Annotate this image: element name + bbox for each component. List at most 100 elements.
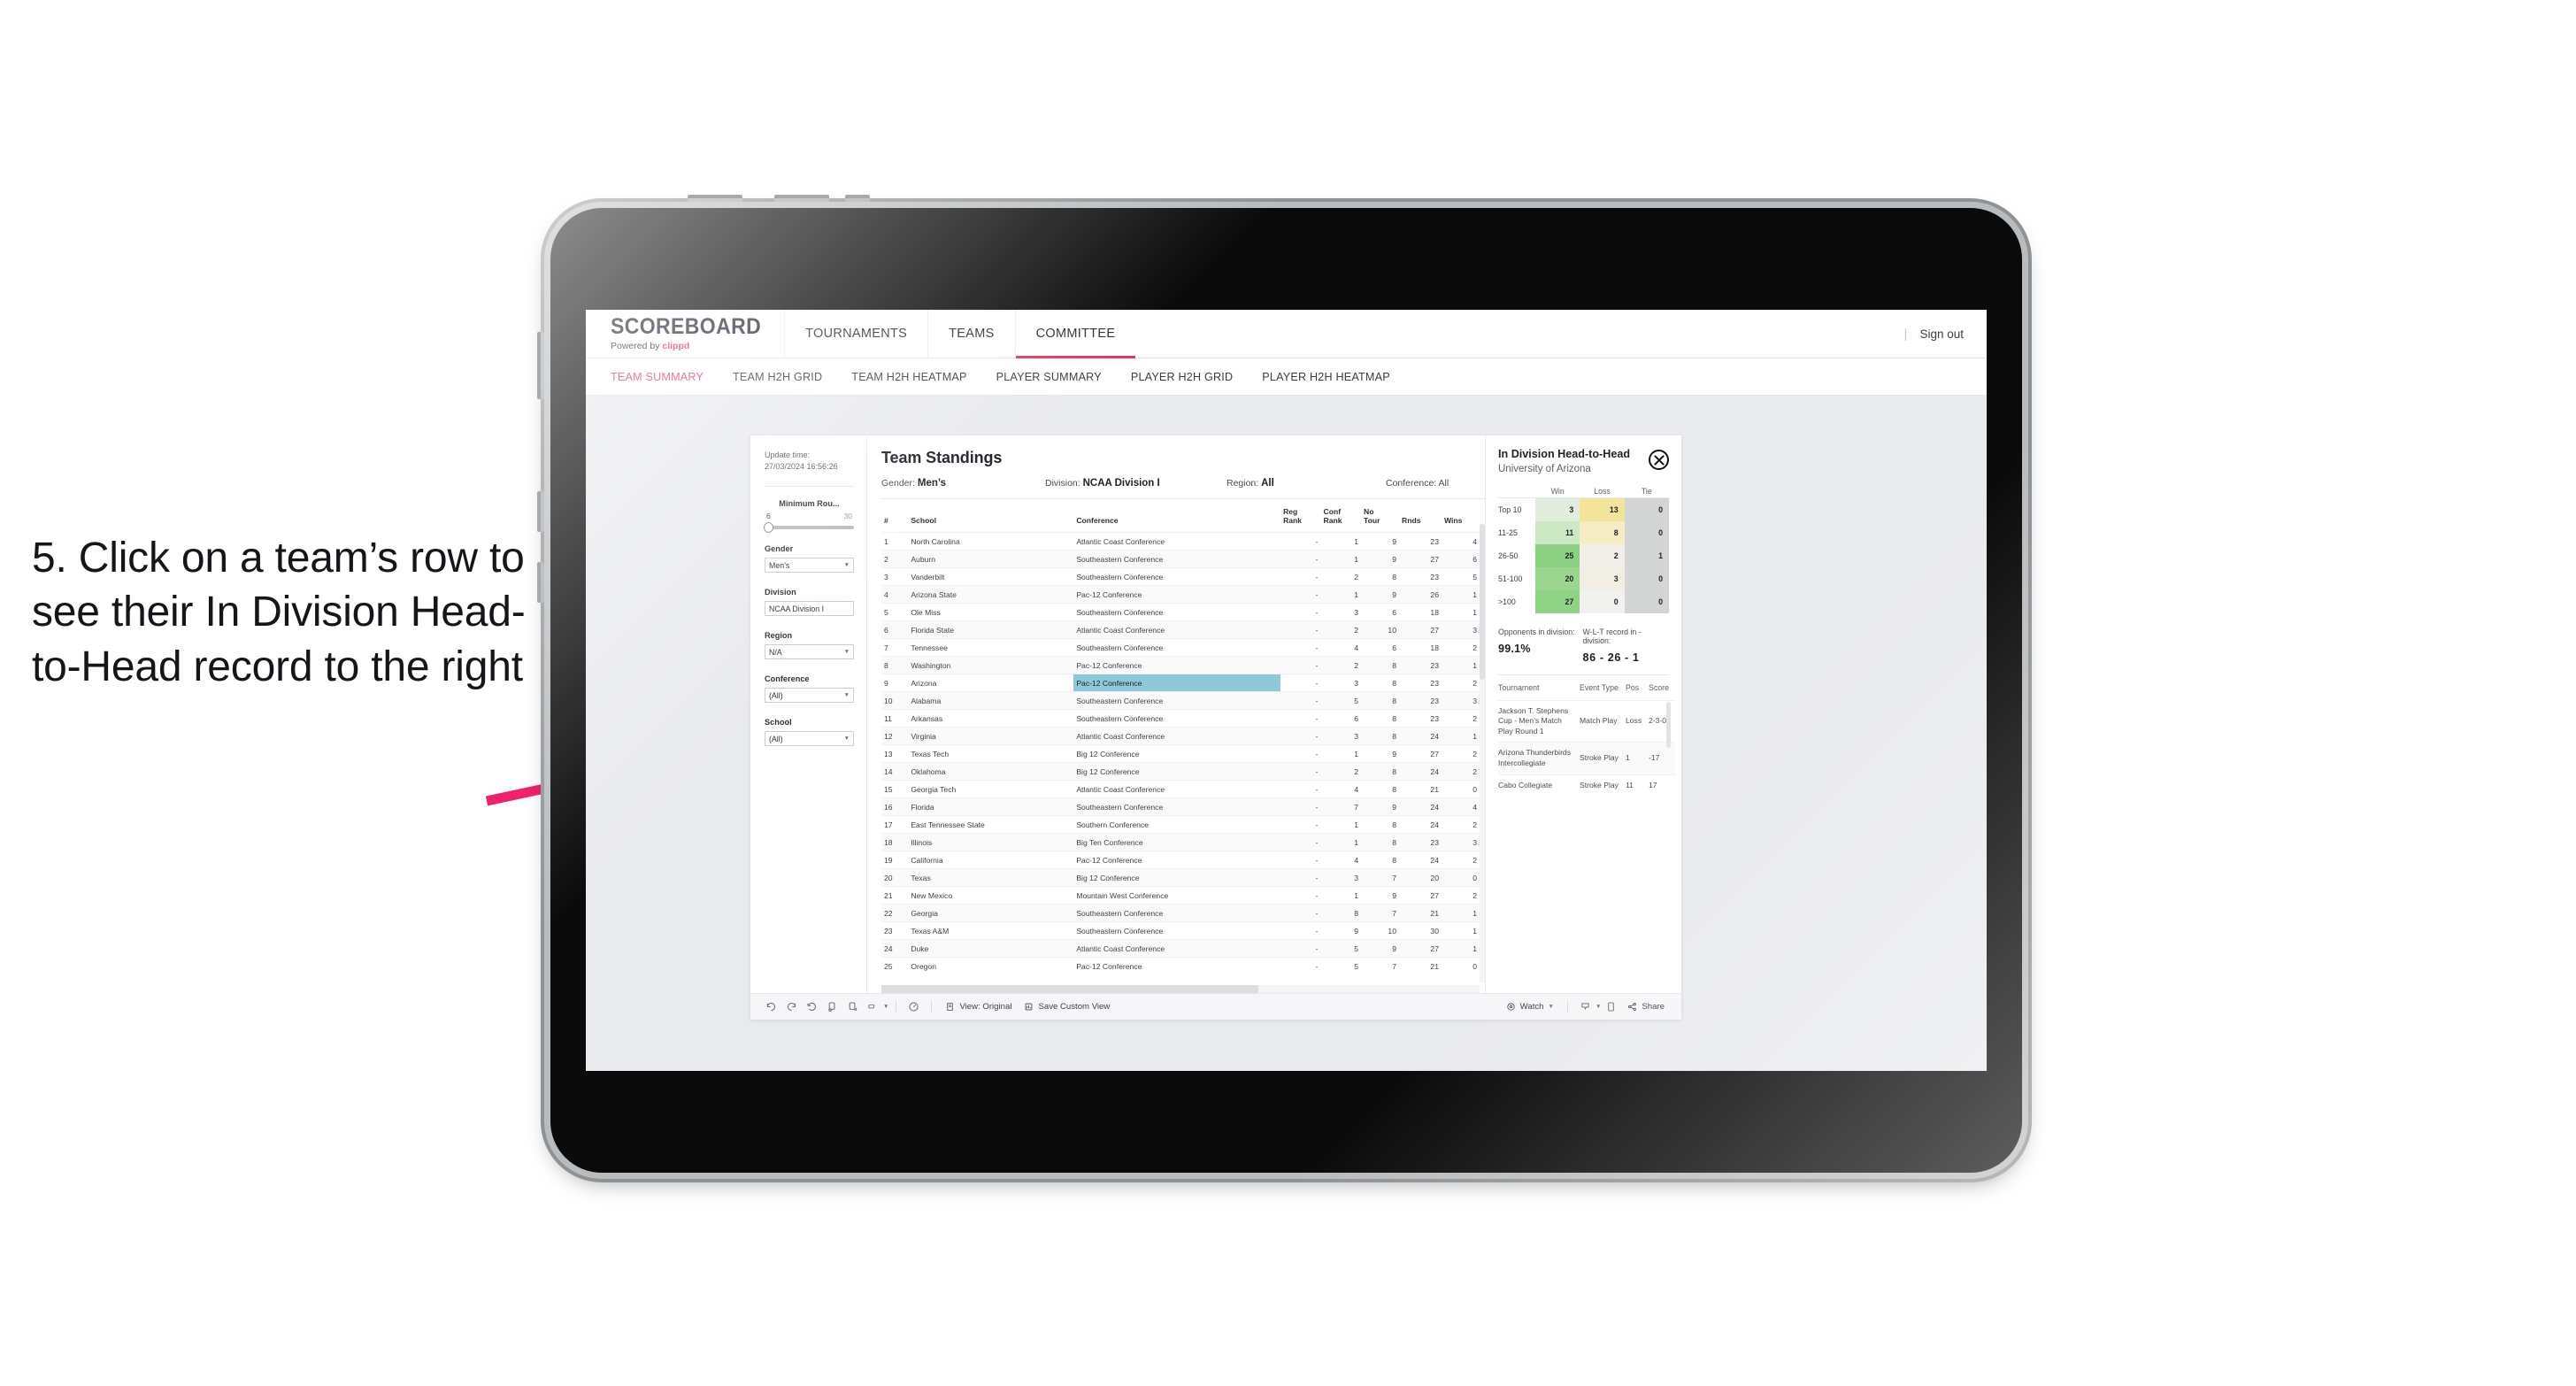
col-no-tour[interactable]: No Tour [1361,499,1399,533]
tab-team-h2h-heatmap[interactable]: TEAM H2H HEATMAP [851,371,966,383]
h2h-cell-loss[interactable]: 8 [1580,520,1625,544]
col-wins[interactable]: Wins [1442,499,1480,533]
col-school[interactable]: School [908,499,1073,533]
table-row[interactable]: 9 Arizona Pac-12 Conference -3 8 23 2 [881,674,1480,692]
col-score[interactable]: Score [1649,675,1675,701]
tab-player-h2h-grid[interactable]: PLAYER H2H GRID [1131,371,1233,383]
table-row[interactable]: 4 Arizona State Pac-12 Conference -1 9 26 1 [881,585,1480,604]
table-row[interactable]: 8 Washington Pac-12 Conference -2 8 23 1 [881,656,1480,674]
col-conference[interactable]: Conference [1073,499,1280,533]
table-row[interactable]: 1 North Carolina Atlantic Coast Conference… [881,532,1480,551]
alerts-icon[interactable] [904,997,924,1017]
chevron-down-icon[interactable]: ▼ [883,1004,888,1010]
region-select[interactable]: N/A ▼ [765,644,854,660]
standings-vertical-scrollbar[interactable] [1480,524,1485,982]
meta-division-label: Division: [1045,478,1083,489]
table-row[interactable]: 12 Virginia Atlantic Coast Conference -3 8 24… [881,727,1480,745]
view-original-button[interactable]: View: Original [939,1002,1018,1012]
h2h-cell-win[interactable]: 27 [1535,589,1580,613]
table-row[interactable]: 25 Oregon Pac-12 Conference -5 7 21 0 [881,957,1480,975]
tournaments-scrollbar[interactable] [1666,701,1671,748]
table-row[interactable]: 16 Florida Southeastern Conference -7 9 24 4 [881,797,1480,816]
cell-conf-rank: 1 [1320,744,1362,763]
cell-conf-rank: 4 [1320,638,1362,657]
table-row[interactable]: 21 New Mexico Mountain West Conference -1 9 2… [881,886,1480,905]
table-row[interactable]: Arizona Thunderbirds Intercollegiate Stro… [1498,742,1675,775]
school-select[interactable]: (All) ▼ [765,731,854,747]
table-row[interactable]: 24 Duke Atlantic Coast Conference -5 9 27 1 [881,939,1480,958]
h2h-cell-loss[interactable]: 0 [1580,589,1625,613]
table-row[interactable]: 22 Georgia Southeastern Conference -8 7 21 1 [881,904,1480,922]
table-row[interactable]: 6 Florida State Atlantic Coast Conference -… [881,620,1480,639]
standings-horizontal-scrollbar[interactable] [881,985,1480,993]
tab-team-summary[interactable]: TEAM SUMMARY [611,371,704,383]
share-button[interactable]: Share [1621,1002,1671,1012]
app-logo[interactable]: SCOREBOARD Powered by clippd [586,310,784,358]
table-row[interactable]: 2 Auburn Southeastern Conference -1 9 27 6 [881,550,1480,568]
sign-out-link[interactable]: Sign out [1919,327,1964,341]
division-select[interactable]: NCAA Division I [765,601,854,617]
table-row[interactable]: 20 Texas Big 12 Conference -3 7 20 0 [881,868,1480,887]
device-layout-icon[interactable] [1601,997,1621,1017]
slider-handle[interactable] [764,522,773,534]
standings-hscroll-thumb[interactable] [881,985,1258,993]
table-row[interactable]: 18 Illinois Big Ten Conference -1 8 23 3 [881,833,1480,851]
col-event-type[interactable]: Event Type [1580,675,1626,701]
table-row[interactable]: Cabo Collegiate Stroke Play 11 17 [1498,774,1675,797]
save-custom-view-button[interactable]: Save Custom View [1018,1002,1116,1012]
table-row[interactable]: 3 Vanderbilt Southeastern Conference -2 8 23 5 [881,567,1480,586]
nav-item-tournaments[interactable]: TOURNAMENTS [784,310,927,358]
tab-player-summary[interactable]: PLAYER SUMMARY [996,371,1102,383]
nav-item-committee[interactable]: COMMITTEE [1014,310,1136,358]
nav-item-teams[interactable]: TEAMS [927,310,1014,358]
pause-updates-icon[interactable] [842,997,863,1017]
table-row[interactable]: 23 Texas A&M Southeastern Conference -9 10 30… [881,921,1480,940]
cell-rank: 17 [881,815,909,834]
h2h-cell-loss[interactable]: 2 [1580,543,1625,567]
table-row[interactable]: 13 Texas Tech Big 12 Conference -1 9 27 2 [881,744,1480,763]
standings-vscroll-thumb[interactable] [1480,524,1485,681]
table-row[interactable]: 7 Tennessee Southeastern Conference -4 6 18 2 [881,638,1480,657]
h2h-cell-tie[interactable]: 1 [1624,543,1669,567]
h2h-cell-win[interactable]: 20 [1535,566,1580,590]
table-row[interactable]: Jackson T. Stephens Cup - Men’s Match Pl… [1498,699,1675,743]
table-row[interactable]: 5 Ole Miss Southeastern Conference -3 6 18 1 [881,603,1480,621]
wlt-record-label: W-L-T record in -division: [1582,627,1642,645]
refresh-data-icon[interactable] [822,997,842,1017]
table-row[interactable]: 15 Georgia Tech Atlantic Coast Conference -… [881,780,1480,798]
h2h-cell-tie[interactable]: 0 [1624,520,1669,544]
col-reg-rank[interactable]: Reg Rank [1280,499,1320,533]
table-row[interactable]: 14 Oklahoma Big 12 Conference -2 8 24 2 [881,762,1480,781]
col-rank[interactable]: # [881,499,908,533]
h2h-cell-tie[interactable]: 0 [1624,589,1669,613]
watch-button[interactable]: Watch ▼ [1500,1002,1560,1012]
col-pos[interactable]: Pos [1626,675,1649,701]
table-row[interactable]: 19 California Pac-12 Conference -4 8 24 2 [881,851,1480,869]
col-conf-rank[interactable]: Conf Rank [1321,499,1361,533]
gender-select[interactable]: Men’s ▼ [765,558,854,574]
highlight-icon[interactable] [863,997,883,1017]
table-row[interactable]: 11 Arkansas Southeastern Conference -6 8 23 2 [881,709,1480,728]
conference-select[interactable]: (All) ▼ [765,688,854,704]
subscribe-icon[interactable] [1575,997,1596,1017]
tab-team-h2h-grid[interactable]: TEAM H2H GRID [733,371,822,383]
redo-icon[interactable] [781,997,802,1017]
col-tournament[interactable]: Tournament [1498,675,1580,701]
h2h-cell-tie[interactable]: 0 [1624,497,1669,521]
table-row[interactable]: 10 Alabama Southeastern Conference -5 8 23 3 [881,691,1480,710]
h2h-cell-loss[interactable]: 3 [1580,566,1625,590]
minimum-rounds-slider[interactable] [764,522,854,534]
h2h-cell-win[interactable]: 3 [1535,497,1580,521]
close-icon[interactable] [1649,450,1669,470]
cell-reg-rank: - [1280,567,1321,586]
h2h-cell-tie[interactable]: 0 [1624,566,1669,590]
h2h-cell-win[interactable]: 25 [1535,543,1580,567]
h2h-cell-loss[interactable]: 13 [1580,497,1625,521]
cell-conf-rank: 1 [1320,550,1362,568]
revert-icon[interactable] [802,997,822,1017]
tab-player-h2h-heatmap[interactable]: PLAYER H2H HEATMAP [1262,371,1390,383]
undo-icon[interactable] [761,997,781,1017]
col-rnds[interactable]: Rnds [1399,499,1442,533]
h2h-cell-win[interactable]: 11 [1535,520,1580,544]
table-row[interactable]: 17 East Tennessee State Southern Conferenc… [881,815,1480,834]
